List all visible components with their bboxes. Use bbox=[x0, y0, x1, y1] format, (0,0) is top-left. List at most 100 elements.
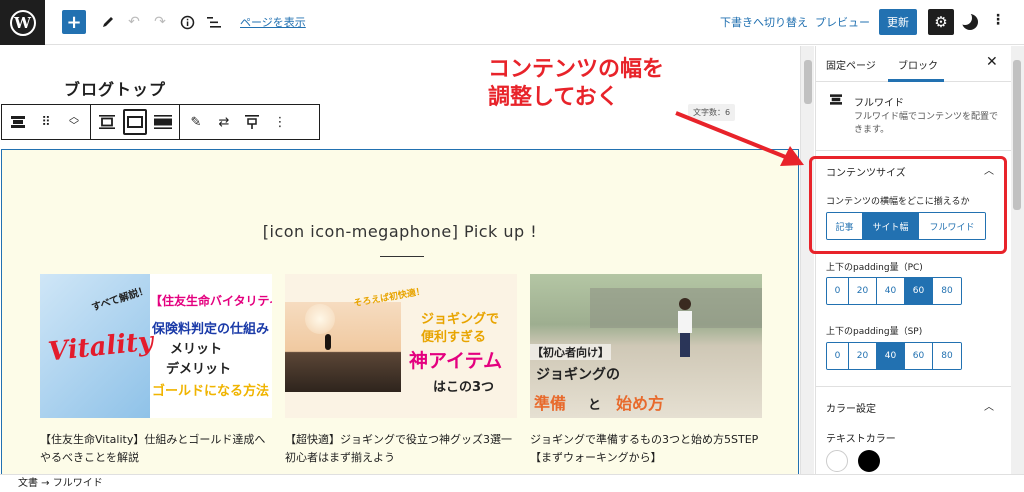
padding-pc-option[interactable]: 20 bbox=[849, 278, 877, 304]
theme-toggle-icon[interactable] bbox=[958, 11, 978, 30]
undo-button[interactable]: ↶ bbox=[124, 10, 144, 34]
padding-sp-option[interactable]: 0 bbox=[827, 343, 849, 369]
wordpress-logo-button[interactable]: W bbox=[0, 0, 45, 45]
editor-canvas: ブログトップ ⠿ ︿ ﹀ ✎ ⇄ ⋮ 文字数：6 コンテンツの幅を 調整しておく… bbox=[0, 46, 800, 474]
thumbnail-text: ゴールドになる方法 bbox=[152, 384, 270, 399]
page-title[interactable]: ブログトップ bbox=[64, 76, 166, 100]
add-block-button[interactable]: + bbox=[62, 10, 86, 34]
style-group: ✎ ⇄ ⋮ bbox=[180, 105, 296, 139]
content-width-option-site[interactable]: サイト幅 bbox=[863, 213, 919, 239]
switch-to-draft-link[interactable]: 下書きへ切り替え bbox=[720, 14, 808, 30]
sidebar-scrollbar[interactable] bbox=[1011, 46, 1024, 474]
block-name: フルワイド bbox=[854, 98, 904, 109]
align-wide-icon[interactable] bbox=[123, 109, 147, 135]
sidebar-tabs: 固定ページ ブロック ✕ bbox=[816, 46, 1011, 82]
content-width-option-full[interactable]: フルワイド bbox=[919, 213, 985, 239]
padding-sp-toggle: 0 20 40 60 80 bbox=[826, 342, 962, 370]
list-view-button[interactable] bbox=[204, 10, 224, 34]
alignment-group bbox=[91, 105, 180, 139]
chevron-up-icon[interactable]: ︿ bbox=[984, 162, 994, 177]
block-toolbar: ⠿ ︿ ﹀ ✎ ⇄ ⋮ bbox=[1, 104, 320, 140]
thumbnail-text: 保険料判定の仕組み bbox=[152, 322, 270, 337]
post-thumbnail[interactable]: そろえば初快適！ ジョギングで 便利すぎる 神アイテム はこの3つ bbox=[285, 274, 517, 418]
post-title[interactable]: 【住友生命Vitality】仕組みとゴールド達成へやるべきことを解説 bbox=[40, 431, 272, 467]
details-button[interactable] bbox=[177, 10, 197, 34]
post-thumbnail[interactable]: 【初心者向け】 ジョギングの 準備 と 始め方 bbox=[530, 274, 762, 418]
fullwide-block-icon[interactable] bbox=[6, 109, 30, 135]
thumbnail-text: 準備 bbox=[534, 394, 567, 413]
padding-sp-option[interactable]: 80 bbox=[933, 343, 961, 369]
tools-button[interactable] bbox=[98, 10, 118, 34]
thumbnail-text: と bbox=[588, 398, 602, 413]
thumbnail-wall bbox=[590, 288, 762, 328]
color-swatch-white[interactable] bbox=[826, 450, 848, 472]
info-icon bbox=[180, 15, 194, 29]
thumbnail-text: メリット bbox=[170, 342, 223, 357]
heading-underline bbox=[380, 256, 424, 257]
block-description: フルワイド幅でコンテンツを配置できます。 bbox=[854, 112, 999, 135]
padding-pc-option[interactable]: 60 bbox=[905, 278, 933, 304]
list-view-icon bbox=[206, 16, 221, 28]
thumbnail-text: ジョギングで bbox=[421, 312, 500, 327]
block-options-icon[interactable]: ⋮ bbox=[268, 109, 292, 135]
block-breadcrumb[interactable]: 文書 → フルワイド bbox=[0, 474, 1024, 492]
block-switcher-group: ⠿ ︿ ﹀ bbox=[2, 105, 91, 139]
text-color-label: テキストカラー bbox=[826, 434, 896, 445]
color-settings-panel-title[interactable]: カラー設定 bbox=[826, 400, 876, 415]
undo-icon: ↶ bbox=[128, 14, 140, 30]
thumbnail-text: 便利すぎる bbox=[421, 330, 487, 345]
padding-sp-label: 上下のpadding量（SP) bbox=[826, 327, 923, 337]
align-full-icon[interactable] bbox=[151, 109, 175, 135]
padding-sp-option[interactable]: 20 bbox=[849, 343, 877, 369]
annotation-line-1: コンテンツの幅を bbox=[488, 57, 665, 82]
editor-header: W + ↶ ↷ ページを表示 下書きへ切り替え プレビュー 更新 ⚙ ⋮ bbox=[0, 0, 1024, 45]
thumbnail-photo bbox=[285, 302, 401, 392]
redo-icon: ↷ bbox=[154, 14, 166, 30]
swap-icon[interactable]: ⇄ bbox=[212, 109, 236, 135]
plus-icon: + bbox=[66, 11, 82, 33]
view-page-link[interactable]: ページを表示 bbox=[240, 14, 306, 30]
content-width-option-article[interactable]: 記事 bbox=[827, 213, 863, 239]
post-card[interactable]: 【初心者向け】 ジョギングの 準備 と 始め方 ジョギングで準備するもの3つと始… bbox=[530, 274, 762, 467]
close-icon[interactable]: ✕ bbox=[986, 54, 998, 70]
color-swatch-black[interactable] bbox=[858, 450, 880, 472]
redo-button[interactable]: ↷ bbox=[150, 10, 170, 34]
post-title[interactable]: ジョギングで準備するもの3つと始め方5STEP【まずウォーキングから】 bbox=[530, 431, 762, 467]
pickup-heading[interactable]: [icon icon-megaphone] Pick up ! bbox=[2, 222, 798, 241]
content-size-panel-title[interactable]: コンテンツサイズ bbox=[826, 164, 906, 179]
thumbnail-text: はこの3つ bbox=[433, 380, 495, 395]
post-title[interactable]: 【超快適】ジョギングで役立つ神グッズ3選一初心者はまず揃えよう bbox=[285, 431, 517, 467]
align-none-icon[interactable] bbox=[95, 109, 119, 135]
tab-page[interactable]: 固定ページ bbox=[826, 57, 876, 72]
update-button[interactable]: 更新 bbox=[879, 9, 917, 35]
padding-pc-option[interactable]: 0 bbox=[827, 278, 849, 304]
thumbnail-child bbox=[678, 298, 692, 368]
more-options-icon[interactable]: ⋮ bbox=[991, 12, 1005, 28]
pencil-icon bbox=[103, 17, 113, 27]
editor-scrollbar[interactable] bbox=[800, 46, 814, 474]
chevron-up-icon[interactable]: ︿ bbox=[984, 398, 994, 413]
char-count-badge: 文字数：6 bbox=[688, 104, 736, 121]
padding-sp-option[interactable]: 40 bbox=[877, 343, 905, 369]
post-thumbnail[interactable]: すべて解説！ Vitality 【住友生命バイタリティ 保険料判定の仕組み メリ… bbox=[40, 274, 272, 418]
tab-block[interactable]: ブロック bbox=[898, 57, 938, 72]
padding-pc-label: 上下のpadding量（PC) bbox=[826, 263, 923, 273]
edit-pencil-icon[interactable]: ✎ bbox=[184, 109, 208, 135]
drag-handle-icon[interactable]: ⠿ bbox=[34, 109, 58, 135]
move-up-down-icon[interactable]: ︿ ﹀ bbox=[62, 109, 86, 135]
settings-button[interactable]: ⚙ bbox=[928, 9, 954, 35]
divider bbox=[816, 150, 1011, 151]
padding-sp-option[interactable]: 60 bbox=[905, 343, 933, 369]
thumbnail-text: 【住友生命バイタリティ bbox=[150, 294, 272, 308]
thumbnail-text: 【初心者向け】 bbox=[530, 344, 611, 360]
preview-link[interactable]: プレビュー bbox=[815, 14, 870, 30]
fullwide-block[interactable]: [icon icon-megaphone] Pick up ! すべて解説！ V… bbox=[1, 149, 799, 474]
thumbnail-runner bbox=[325, 334, 331, 350]
fullwide-block-icon bbox=[830, 94, 842, 105]
post-card[interactable]: すべて解説！ Vitality 【住友生命バイタリティ 保険料判定の仕組み メリ… bbox=[40, 274, 272, 467]
padding-pc-option[interactable]: 80 bbox=[933, 278, 961, 304]
padding-pc-option[interactable]: 40 bbox=[877, 278, 905, 304]
thumbnail-text: ジョギングの bbox=[536, 367, 620, 383]
post-card[interactable]: そろえば初快適！ ジョギングで 便利すぎる 神アイテム はこの3つ 【超快適】ジ… bbox=[285, 274, 517, 467]
vertical-align-icon[interactable] bbox=[240, 109, 264, 135]
